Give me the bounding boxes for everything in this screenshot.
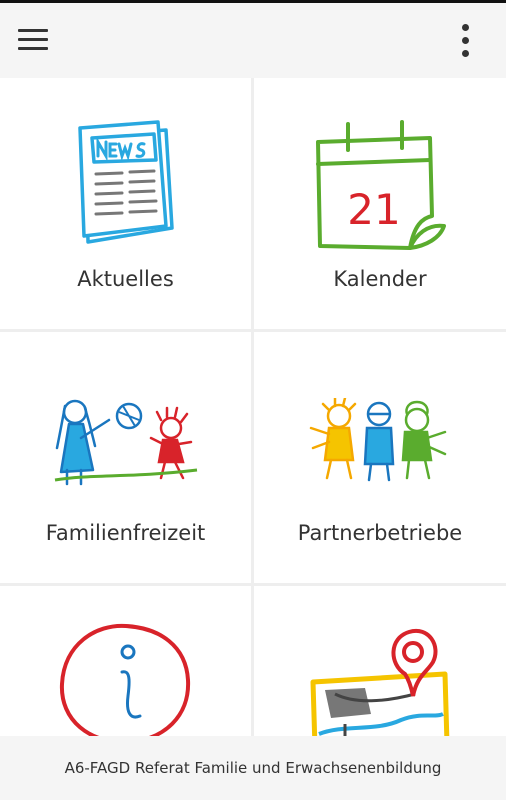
- newspaper-icon: [77, 120, 174, 244]
- tile-label: Aktuelles: [77, 267, 174, 291]
- tile-kalender[interactable]: 21 Kalender: [254, 78, 506, 329]
- tile-familienfreizeit[interactable]: Familienfreizeit: [0, 332, 251, 583]
- tile-aktuelles[interactable]: Aktuelles: [0, 78, 251, 329]
- calendar-icon: 21: [316, 120, 446, 250]
- tile-map[interactable]: [254, 586, 506, 736]
- info-icon: [59, 623, 190, 736]
- footer: A6-FAGD Referat Familie und Erwachsenenb…: [0, 736, 506, 800]
- tile-info[interactable]: [0, 586, 251, 736]
- calendar-day-text: 21: [347, 185, 400, 234]
- app-bar: [0, 3, 506, 78]
- partner-children-icon: [309, 398, 447, 482]
- more-vert-icon[interactable]: [456, 23, 476, 59]
- tile-label: Kalender: [333, 267, 427, 291]
- tile-grid: Aktuelles 21 Kalender Familienfreizeit P…: [0, 78, 506, 736]
- tile-label: Partnerbetriebe: [297, 521, 463, 545]
- children-playing-icon: [54, 399, 197, 486]
- map-pin-icon: [310, 628, 450, 736]
- tile-label: Familienfreizeit: [45, 521, 206, 545]
- tile-partnerbetriebe[interactable]: Partnerbetriebe: [254, 332, 506, 583]
- footer-text: A6-FAGD Referat Familie und Erwachsenenb…: [64, 759, 442, 777]
- hamburger-menu-icon[interactable]: [16, 25, 50, 55]
